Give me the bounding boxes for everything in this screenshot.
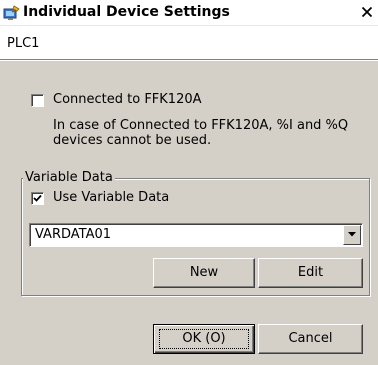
close-icon — [361, 6, 373, 18]
new-variable-button-label: New — [189, 265, 219, 280]
title-bar: Individual Device Settings — [0, 0, 378, 26]
edit-variable-button-label: Edit — [297, 265, 324, 280]
use-variable-data-checkbox[interactable] — [31, 192, 44, 205]
variable-data-selected-value: VARDATA01 — [35, 227, 112, 242]
use-variable-data-label[interactable]: Use Variable Data — [53, 190, 169, 205]
variable-data-select[interactable]: VARDATA01 — [29, 223, 363, 247]
window-title: Individual Device Settings — [23, 4, 230, 20]
cancel-button[interactable]: Cancel — [258, 324, 363, 354]
edit-variable-button[interactable]: Edit — [258, 258, 363, 288]
cancel-button-label: Cancel — [288, 331, 333, 346]
ffk120a-note-line1: In case of Connected to FFK120A, %I and … — [53, 118, 349, 133]
new-variable-button[interactable]: New — [153, 258, 255, 288]
ffk120a-note-line2: devices cannot be used. — [53, 133, 212, 148]
ffk120a-checkbox[interactable] — [31, 94, 44, 107]
chevron-down-icon — [348, 232, 356, 237]
settings-app-icon — [3, 5, 21, 21]
variable-data-dropdown-button[interactable] — [343, 225, 361, 245]
ok-button[interactable]: OK (O) — [153, 324, 255, 354]
checkmark-icon — [33, 194, 42, 202]
close-button[interactable] — [358, 3, 376, 21]
variable-data-group-label: Variable Data — [23, 170, 115, 185]
ffk120a-note: In case of Connected to FFK120A, %I and … — [53, 118, 348, 148]
device-name: PLC1 — [7, 36, 40, 51]
focus-ring — [159, 329, 249, 349]
device-name-bar: PLC1 — [0, 26, 378, 60]
ffk120a-checkbox-label[interactable]: Connected to FFK120A — [53, 92, 202, 107]
